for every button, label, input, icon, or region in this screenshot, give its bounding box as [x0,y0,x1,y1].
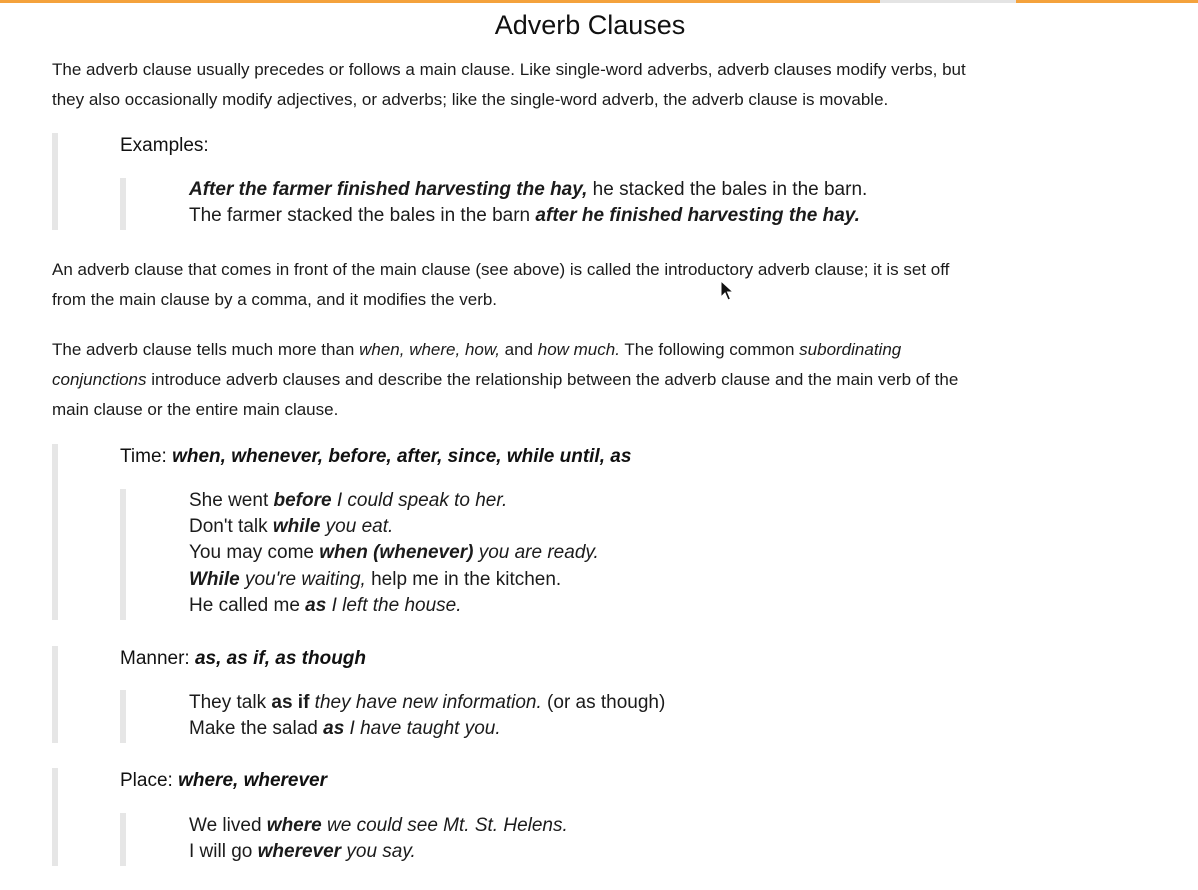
example-sentence: We lived where we could see Mt. St. Hele… [189,815,568,836]
example-sentence: I will go wherever you say. [189,841,416,863]
example-sentence: She went before I could speak to her. [189,490,508,511]
blockquote-bar [52,768,58,866]
example-sentence: They talk as if they have new informatio… [189,692,666,713]
mouse-pointer-icon [720,280,734,301]
blockquote-bar [120,178,126,230]
intro-line: they also occasionally modify adjectives… [52,90,889,109]
intro-paragraph: The adverb clause usually precedes or fo… [52,55,1142,115]
examples-heading: Examples: [120,135,209,156]
progress-segment [0,0,880,3]
example-sentence: After the farmer finished harvesting the… [189,179,868,200]
example-sentence: Don't talk while you eat. [189,516,394,538]
manner-heading: Manner: as, as if, as though [120,648,367,669]
page-title: Adverb Clauses [494,10,686,40]
example-sentence: Make the salad as I have taught you. [189,718,501,740]
example-sentence: You may come when (whenever) you are rea… [189,542,599,564]
manner-examples: They talk as if they have new informatio… [189,690,665,742]
examples-list: After the farmer finished harvesting the… [189,177,867,229]
blockquote-bar [52,646,58,743]
intro-line: The adverb clause usually precedes or fo… [52,60,966,79]
progress-segment [880,0,1016,3]
place-examples: We lived where we could see Mt. St. Hele… [189,813,568,865]
blockquote-bar [52,444,58,620]
example-sentence: He called me as I left the house. [189,594,462,616]
blockquote-bar [52,133,58,230]
blockquote-bar [120,690,126,743]
progress-bar [0,0,1198,3]
time-examples: She went before I could speak to her. Do… [189,488,599,619]
place-heading: Place: where, wherever [120,770,328,791]
time-heading: Time: when, whenever, before, after, sin… [120,446,632,467]
example-sentence: The farmer stacked the bales in the barn… [189,205,860,227]
blockquote-bar [120,489,126,620]
blockquote-bar [120,813,126,866]
paragraph-introductory: An adverb clause that comes in front of … [52,260,950,309]
example-sentence: While you're waiting, help me in the kit… [189,568,562,590]
progress-segment [1016,0,1198,3]
paragraph-conjunctions: The adverb clause tells much more than w… [52,340,959,419]
